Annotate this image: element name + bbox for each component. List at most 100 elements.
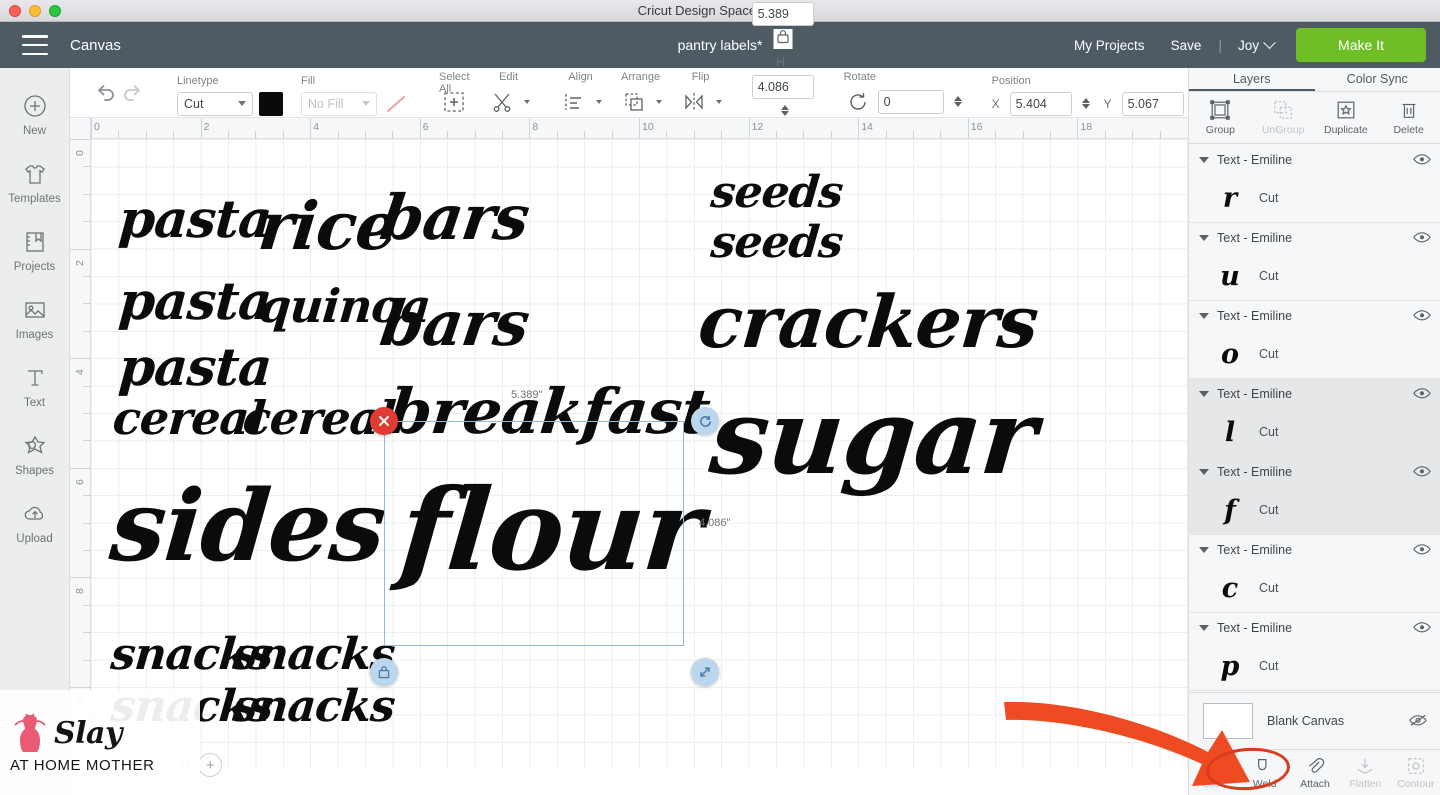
layer-body[interactable]: u Cut (1189, 252, 1440, 300)
chevron-down-icon[interactable] (1199, 624, 1209, 631)
canvas-word[interactable]: snacks (231, 681, 397, 732)
selection-bounding-box[interactable] (384, 421, 684, 646)
canvas-word[interactable]: pasta (117, 189, 273, 250)
eye-icon[interactable] (1413, 465, 1431, 479)
layer-body[interactable]: l Cut (1189, 408, 1440, 456)
position-x-input[interactable]: 5.404 (1009, 91, 1072, 116)
layer-row[interactable]: Text - Emiline o Cut (1189, 301, 1440, 379)
group-button[interactable]: Group (1189, 92, 1252, 143)
height-input[interactable]: 4.086 (751, 74, 814, 99)
edit-scissors-icon[interactable] (488, 88, 516, 116)
position-y-input[interactable]: 5.067 (1121, 91, 1184, 116)
linetype-color-swatch[interactable] (259, 91, 283, 116)
canvas-word[interactable]: sides (106, 469, 390, 584)
tab-color-sync[interactable]: Color Sync (1315, 68, 1440, 91)
layer-header[interactable]: Text - Emiline (1189, 223, 1440, 252)
chevron-down-icon[interactable] (595, 99, 602, 104)
layer-body[interactable]: o Cut (1189, 330, 1440, 378)
canvas-word[interactable]: sugar (706, 375, 1041, 498)
attach-button[interactable]: Attach (1290, 750, 1340, 795)
layer-header[interactable]: Text - Emiline (1189, 535, 1440, 564)
layer-row[interactable]: Text - Emiline u Cut (1189, 223, 1440, 301)
eye-icon[interactable] (1413, 543, 1431, 557)
redo-icon[interactable] (119, 79, 147, 107)
chevron-down-icon[interactable] (1199, 312, 1209, 319)
canvas-word[interactable]: pasta (117, 337, 273, 398)
rotate-handle[interactable] (691, 407, 719, 435)
weld-button[interactable]: Weld (1239, 750, 1289, 795)
eye-icon[interactable] (1413, 231, 1431, 245)
canvas-word[interactable]: crackers (695, 279, 1041, 364)
linetype-select[interactable]: Cut (177, 91, 253, 116)
chevron-down-icon[interactable] (655, 99, 662, 104)
layer-header[interactable]: Text - Emiline (1189, 301, 1440, 330)
eye-icon[interactable] (1413, 621, 1431, 635)
blank-canvas-row[interactable]: Blank Canvas (1189, 692, 1440, 749)
layer-body[interactable]: c Cut (1189, 564, 1440, 612)
lock-aspect-handle[interactable] (370, 658, 398, 686)
undo-icon[interactable] (91, 79, 119, 107)
layer-row[interactable]: Text - Emiline l Cut (1189, 379, 1440, 457)
eye-icon[interactable] (1413, 153, 1431, 167)
layer-row[interactable]: Text - Emiline f Cut (1189, 457, 1440, 535)
layer-row[interactable]: Text - Emiline c Cut (1189, 535, 1440, 613)
layer-header[interactable]: Text - Emiline (1189, 379, 1440, 408)
save-button[interactable]: Save (1158, 38, 1215, 53)
duplicate-button[interactable]: Duplicate (1315, 92, 1378, 143)
eye-icon[interactable] (1413, 309, 1431, 323)
layer-header[interactable]: Text - Emiline (1189, 457, 1440, 486)
rail-item-templates[interactable]: Templates (0, 148, 69, 216)
machine-selector[interactable]: Joy (1226, 35, 1286, 53)
delete-button[interactable]: Delete (1377, 92, 1440, 143)
fill-select[interactable]: No Fill (301, 91, 377, 116)
layer-row[interactable]: Text - Emiline p Cut (1189, 613, 1440, 691)
rotate-input[interactable]: 0 (877, 89, 944, 114)
position-x-stepper[interactable] (1081, 98, 1090, 109)
width-input[interactable]: 5.389 (751, 1, 814, 26)
align-icon[interactable] (560, 88, 588, 116)
lock-icon[interactable] (773, 28, 793, 49)
chevron-down-icon[interactable] (715, 99, 722, 104)
layer-header[interactable]: Text - Emiline (1189, 613, 1440, 642)
flatten-button[interactable]: Flatten (1340, 750, 1390, 795)
flip-icon[interactable] (680, 88, 708, 116)
rail-item-text[interactable]: Text (0, 352, 69, 420)
rail-item-new[interactable]: New (0, 80, 69, 148)
ungroup-button[interactable]: UnGroup (1252, 92, 1315, 143)
canvas-word[interactable]: bars (376, 287, 533, 360)
hamburger-icon[interactable] (22, 35, 48, 55)
rotate-icon[interactable] (844, 88, 872, 116)
zoom-in-button[interactable]: + (198, 753, 223, 777)
layers-list[interactable]: Text - Emiline r Cut Text - Emiline u Cut Text… (1189, 145, 1440, 770)
eye-icon[interactable] (1413, 387, 1431, 401)
chevron-down-icon[interactable] (1199, 390, 1209, 397)
delete-handle[interactable] (370, 407, 398, 435)
design-canvas[interactable]: pasta pasta pasta rice quinoa bars bars cereal c… (70, 118, 1188, 795)
chevron-down-icon[interactable] (523, 99, 530, 104)
slice-button[interactable]: Slice (1189, 750, 1239, 795)
canvas-word[interactable]: seeds (709, 217, 845, 268)
tab-layers[interactable]: Layers (1189, 68, 1315, 91)
rail-item-shapes[interactable]: Shapes (0, 420, 69, 488)
chevron-down-icon[interactable] (1199, 234, 1209, 241)
layer-body[interactable]: p Cut (1189, 642, 1440, 690)
chevron-down-icon[interactable] (1199, 156, 1209, 163)
rail-item-images[interactable]: Images (0, 284, 69, 352)
canvas-word[interactable]: seeds (709, 167, 845, 218)
layer-body[interactable]: r Cut (1189, 174, 1440, 222)
rotate-stepper[interactable] (953, 96, 962, 107)
eye-off-icon[interactable] (1409, 714, 1427, 728)
chevron-down-icon[interactable] (1199, 546, 1209, 553)
resize-handle[interactable] (691, 658, 719, 686)
chevron-down-icon[interactable] (1199, 468, 1209, 475)
arrange-icon[interactable] (620, 88, 648, 116)
contour-button[interactable]: Contour (1391, 750, 1440, 795)
layer-body[interactable]: f Cut (1189, 486, 1440, 534)
make-it-button[interactable]: Make It (1296, 28, 1426, 62)
rail-item-upload[interactable]: Upload (0, 488, 69, 556)
pen-line-icon[interactable] (383, 92, 409, 116)
canvas-word[interactable]: pasta (117, 271, 273, 332)
canvas-word[interactable]: bars (376, 181, 533, 254)
my-projects-link[interactable]: My Projects (1061, 38, 1158, 53)
select-all-icon[interactable] (440, 88, 468, 116)
